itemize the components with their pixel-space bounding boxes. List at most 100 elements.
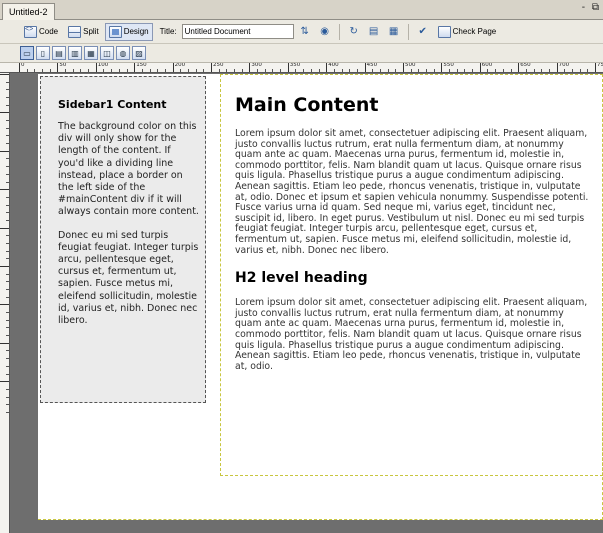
ruler-label: 400	[328, 63, 339, 68]
ruler-minor-tick	[426, 69, 428, 72]
refresh-icon[interactable]: ↻	[345, 23, 363, 41]
main-paragraph: Lorem ipsum dolor sit amet, consectetuer…	[235, 297, 588, 372]
ruler-minor-tick	[548, 69, 550, 72]
ruler-label: 0	[21, 63, 25, 68]
vertical-ruler[interactable]	[0, 73, 10, 533]
ruler-tick	[0, 342, 9, 344]
ruler-tick	[556, 63, 558, 72]
ruler-minor-tick	[379, 69, 381, 72]
ruler-minor-tick	[310, 69, 312, 72]
ruler-minor-tick	[157, 69, 159, 72]
validate-markup-icon[interactable]: ✔	[414, 23, 432, 41]
ruler-minor-tick	[349, 69, 351, 72]
frame-view-icon[interactable]: ▥	[68, 46, 82, 60]
ruler-minor-tick	[257, 69, 259, 72]
ruler-tick	[0, 381, 9, 383]
ruler-minor-tick	[502, 69, 504, 72]
ruler-minor-tick	[6, 166, 9, 168]
file-management-icon[interactable]: ⇅	[296, 23, 314, 41]
design-view-button[interactable]: Design	[104, 22, 153, 41]
ruler-minor-tick	[80, 69, 82, 72]
ruler-tick	[249, 63, 251, 72]
ruler-minor-tick	[372, 69, 374, 72]
ruler-tick	[441, 63, 443, 72]
globe-icon[interactable]: ◍	[116, 46, 130, 60]
ruler-label: 750	[597, 63, 603, 68]
main-heading: Main Content	[235, 94, 379, 116]
ruler-tick	[364, 63, 366, 72]
ruler-minor-tick	[6, 181, 9, 183]
ruler-minor-tick	[6, 250, 9, 252]
ruler-label: 100	[97, 63, 109, 68]
window-controls[interactable]: - ⧉	[582, 2, 601, 14]
document-title-input[interactable]	[181, 24, 294, 39]
ruler-minor-tick	[6, 350, 9, 352]
sidebar-paragraph: The background color on this div will on…	[58, 121, 199, 218]
sidebar1-div[interactable]: Sidebar1 Content The background color on…	[40, 76, 206, 403]
ruler-minor-tick	[6, 127, 9, 129]
split-view-button[interactable]: Split	[64, 23, 103, 41]
ruler-minor-tick	[6, 289, 9, 291]
main-paragraph: Lorem ipsum dolor sit amet, consectetuer…	[235, 128, 589, 256]
ruler-minor-tick	[6, 89, 9, 91]
ruler-label: 300	[251, 63, 262, 68]
ruler-minor-tick	[103, 69, 105, 72]
ruler-minor-tick	[6, 373, 9, 375]
ruler-tick	[0, 74, 9, 75]
ruler-label: 150	[136, 63, 147, 68]
table-view-icon[interactable]: ▦	[84, 46, 98, 60]
ruler-minor-tick	[6, 404, 9, 406]
ruler-minor-tick	[6, 411, 9, 413]
ruler-minor-tick	[218, 69, 220, 72]
ruler-label: 600	[481, 63, 493, 68]
document-toolbar: Code Split Design Title: ⇅ ◉ ↻ ▤ ▦ ✔ Che…	[0, 20, 603, 44]
insert-div-icon[interactable]: ◫	[100, 46, 114, 60]
ruler-minor-tick	[72, 69, 74, 72]
ruler-tick	[287, 63, 289, 72]
ruler-tick	[0, 112, 9, 114]
ruler-tick	[479, 63, 481, 72]
ruler-minor-tick	[418, 69, 420, 72]
layout-view-icon[interactable]: ▤	[52, 46, 66, 60]
ruler-minor-tick	[180, 69, 182, 72]
image-icon[interactable]: ▨	[132, 46, 146, 60]
ruler-minor-tick	[6, 312, 9, 314]
ruler-minor-tick	[118, 69, 120, 72]
visual-aids-icon[interactable]: ▦	[385, 23, 403, 41]
code-view-button[interactable]: Code	[20, 23, 62, 41]
ruler-minor-tick	[34, 69, 36, 72]
check-page-button[interactable]: Check Page	[434, 23, 501, 41]
ruler-minor-tick	[149, 69, 151, 72]
ruler-minor-tick	[395, 69, 397, 72]
ruler-minor-tick	[6, 273, 9, 275]
ruler-minor-tick	[449, 69, 451, 72]
ruler-minor-tick	[6, 235, 9, 237]
horizontal-ruler[interactable]: 0 50 100 150 200 250 300 350 400 450 500 550 600 650 7…	[0, 63, 603, 73]
ruler-label: 250	[213, 63, 224, 68]
ruler-minor-tick	[6, 396, 9, 398]
ruler-tick	[19, 63, 20, 72]
ruler-tick	[403, 63, 404, 72]
ruler-tick	[95, 63, 97, 72]
preview-in-browser-icon[interactable]: ◉	[316, 23, 334, 41]
ruler-label: 200	[174, 63, 186, 68]
ruler-tick	[134, 63, 136, 72]
document-tab[interactable]: Untitled-2	[2, 3, 55, 20]
ruler-minor-tick	[6, 296, 9, 298]
page-content-area[interactable]: Sidebar1 Content The background color on…	[38, 74, 603, 520]
ruler-minor-tick	[472, 69, 474, 72]
ruler-minor-tick	[141, 69, 143, 72]
ruler-minor-tick	[6, 104, 9, 106]
ruler-minor-tick	[525, 69, 527, 72]
ruler-minor-tick	[6, 319, 9, 321]
title-label: Title:	[159, 27, 177, 36]
code-view-label: Code	[39, 27, 59, 36]
standard-view-icon[interactable]: ▭	[20, 46, 34, 60]
ruler-minor-tick	[387, 69, 389, 72]
ruler-minor-tick	[264, 69, 266, 72]
sidebar-paragraph: Donec eu mi sed turpis feugiat feugiat. …	[58, 229, 199, 327]
main-content-div[interactable]: Main Content Lorem ipsum dolor sit amet,…	[220, 74, 603, 476]
view-options-icon[interactable]: ▤	[365, 23, 383, 41]
document-tab-bar: Untitled-2 - ⧉	[0, 0, 603, 20]
expanded-view-icon[interactable]: ▯	[36, 46, 50, 60]
